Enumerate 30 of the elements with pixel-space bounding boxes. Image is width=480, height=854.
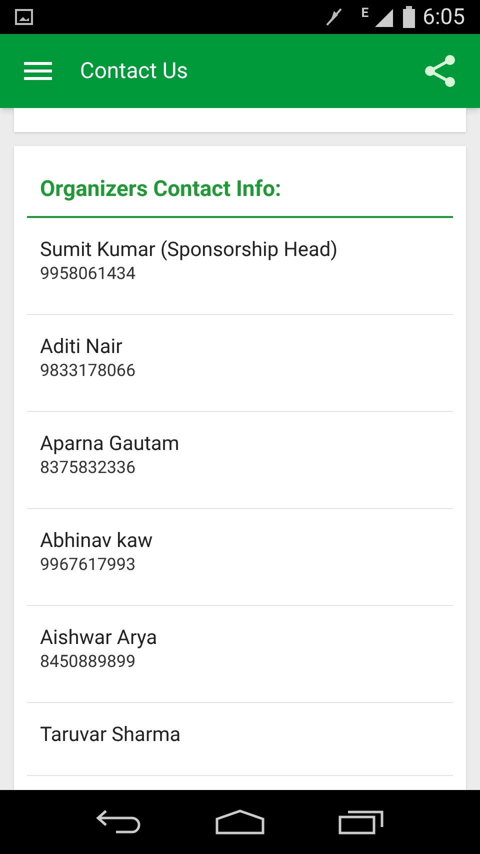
mute-icon xyxy=(325,7,344,27)
contact-item[interactable]: Aishwar Arya 8450889899 xyxy=(27,606,453,703)
contact-name: Sumit Kumar (Sponsorship Head) xyxy=(40,236,339,262)
contact-phone: 8375832336 xyxy=(40,457,137,480)
contact-phone: 9833178066 xyxy=(40,360,137,383)
contact-item[interactable]: Sumit Kumar (Sponsorship Head) 9958061434 xyxy=(27,218,453,315)
contact-phone: 8450889899 xyxy=(40,651,137,674)
share-icon[interactable] xyxy=(424,55,456,87)
section-title: Organizers Contact Info: xyxy=(40,177,282,202)
signal-icon xyxy=(372,7,393,27)
home-icon[interactable] xyxy=(214,809,265,835)
battery-icon xyxy=(402,6,415,28)
contact-name: Abhinav kaw xyxy=(40,527,154,553)
menu-icon[interactable] xyxy=(24,61,52,81)
picture-icon xyxy=(15,9,33,25)
contact-name: Taruvar Sharma xyxy=(40,721,182,747)
recents-icon[interactable] xyxy=(338,809,384,835)
app-title: Contact Us xyxy=(80,58,189,86)
network-type: E xyxy=(361,5,369,23)
contact-name: Aditi Nair xyxy=(40,333,124,359)
contact-name: Aparna Gautam xyxy=(40,430,180,456)
status-time: 6:05 xyxy=(422,4,465,32)
back-icon[interactable] xyxy=(96,809,142,835)
contact-item[interactable]: Taruvar Sharma xyxy=(27,703,453,776)
contact-item[interactable]: Aparna Gautam 8375832336 xyxy=(27,412,453,509)
contact-name: Aishwar Arya xyxy=(40,624,158,650)
contact-item[interactable]: Aditi Nair 9833178066 xyxy=(27,315,453,412)
contact-phone: 9958061434 xyxy=(40,263,137,286)
contact-phone: 9967617993 xyxy=(40,554,137,577)
contact-item[interactable]: Abhinav kaw 9967617993 xyxy=(27,509,453,606)
